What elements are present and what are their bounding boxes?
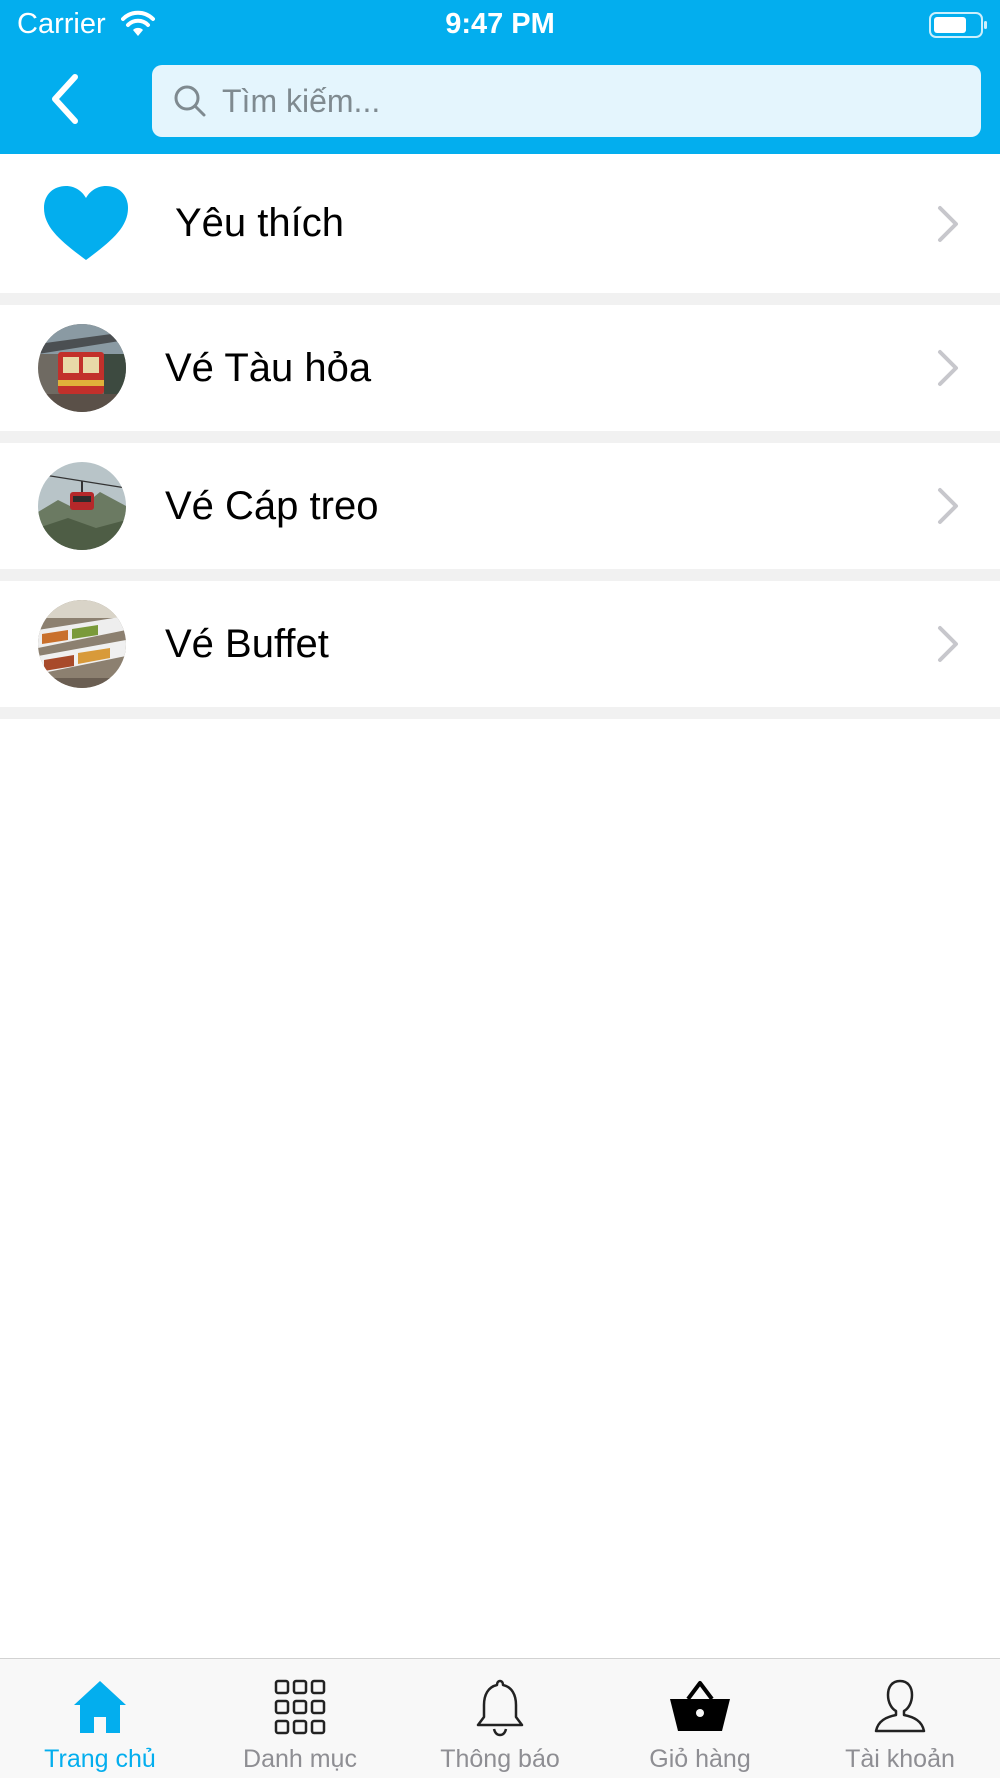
buffet-photo	[38, 600, 126, 688]
tab-home[interactable]: Trang chủ	[0, 1659, 200, 1778]
grid-icon	[274, 1679, 326, 1735]
list-separator	[0, 431, 1000, 443]
tab-label: Danh mục	[243, 1745, 357, 1773]
tab-cart[interactable]: Giỏ hàng	[600, 1659, 800, 1778]
category-list: Yêu thích Vé Tàu hỏa Vé Cáp treo Vé Buff…	[0, 154, 1000, 719]
menu-item-cable-car-tickets[interactable]: Vé Cáp treo	[0, 443, 1000, 569]
search-bar[interactable]	[152, 65, 981, 137]
tab-label: Trang chủ	[44, 1745, 156, 1773]
battery-icon	[929, 12, 987, 38]
tab-label: Giỏ hàng	[649, 1745, 751, 1773]
tab-label: Tài khoản	[845, 1745, 955, 1773]
list-separator	[0, 707, 1000, 719]
header-bar: Carrier 9:47 PM	[0, 0, 1000, 154]
tab-label: Thông báo	[440, 1745, 560, 1773]
menu-item-buffet-tickets[interactable]: Vé Buffet	[0, 581, 1000, 707]
bell-icon	[476, 1679, 524, 1737]
tab-categories[interactable]: Danh mục	[200, 1659, 400, 1778]
menu-item-label: Vé Buffet	[165, 621, 329, 666]
list-separator	[0, 569, 1000, 581]
home-icon	[74, 1681, 126, 1733]
list-separator	[0, 293, 1000, 305]
menu-item-label: Yêu thích	[175, 201, 345, 245]
search-input[interactable]	[222, 82, 922, 120]
chevron-right-icon	[938, 626, 958, 662]
status-time: 9:47 PM	[445, 8, 555, 40]
basket-icon	[670, 1681, 730, 1731]
chevron-right-icon	[938, 350, 958, 386]
menu-item-label: Vé Tàu hỏa	[165, 345, 372, 390]
heart-icon	[44, 186, 128, 260]
back-button[interactable]	[36, 66, 92, 132]
chevron-right-icon	[938, 205, 958, 242]
menu-item-favorites[interactable]: Yêu thích	[0, 154, 1000, 293]
menu-item-train-tickets[interactable]: Vé Tàu hỏa	[0, 305, 1000, 431]
cable-car-photo	[38, 462, 126, 550]
tab-account[interactable]: Tài khoản	[800, 1659, 1000, 1778]
chevron-right-icon	[938, 488, 958, 524]
user-icon	[874, 1679, 926, 1733]
status-bar: Carrier 9:47 PM	[0, 0, 1000, 50]
search-icon	[174, 85, 206, 117]
tab-notifications[interactable]: Thông báo	[400, 1659, 600, 1778]
menu-item-label: Vé Cáp treo	[165, 483, 379, 528]
chevron-left-icon	[52, 74, 78, 124]
tab-bar: Trang chủ Danh mục Thông báo Giỏ hàng Tà…	[0, 1658, 1000, 1778]
train-photo	[38, 324, 126, 412]
